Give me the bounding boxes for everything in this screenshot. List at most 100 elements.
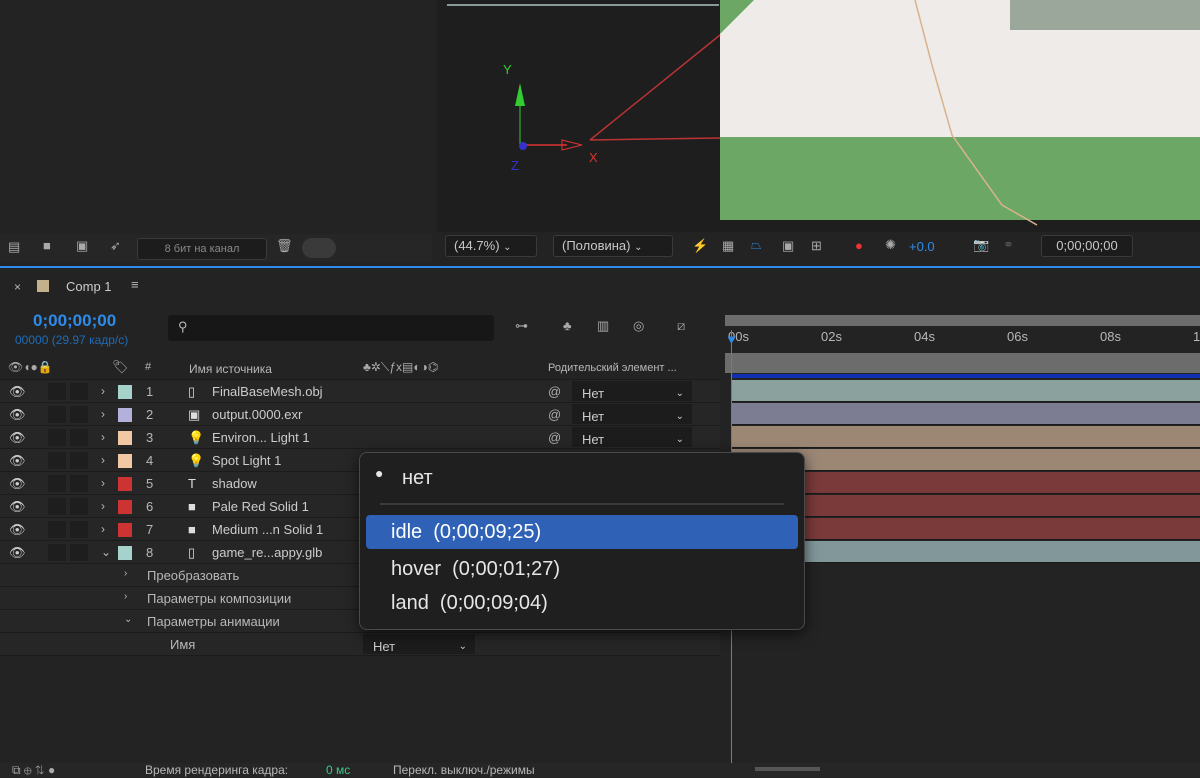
label-color-swatch[interactable]: [118, 431, 132, 445]
channel-icon[interactable]: ●: [855, 238, 863, 253]
chevron-right-icon[interactable]: ›: [124, 591, 127, 602]
label-color-swatch[interactable]: [118, 408, 132, 422]
lock-switch[interactable]: [70, 429, 88, 446]
layer-name[interactable]: FinalBaseMesh.obj: [212, 384, 323, 399]
option-hover[interactable]: hover (0;00;01;27): [366, 552, 798, 586]
visibility-eye-icon[interactable]: 👁: [9, 430, 26, 446]
option-none[interactable]: нет: [402, 467, 433, 490]
viewer-timecode[interactable]: 0;00;00;00: [1041, 235, 1133, 257]
guides-icon[interactable]: ⊞: [811, 238, 822, 254]
comp-flowchart-icon[interactable]: ⊶: [515, 318, 528, 334]
chevron-right-icon[interactable]: ›: [101, 384, 105, 398]
label-color-swatch[interactable]: [118, 385, 132, 399]
chevron-right-icon[interactable]: ›: [101, 407, 105, 421]
footer-toggle-icons[interactable]: ⧉ ⊕ ⇅ ●: [12, 763, 55, 778]
exposure-reset-icon[interactable]: ✺: [885, 237, 896, 253]
chevron-right-icon[interactable]: ›: [124, 568, 127, 579]
region-icon[interactable]: ▣: [782, 238, 794, 254]
tab-comp-1[interactable]: Comp 1: [66, 279, 112, 294]
show-snapshot-icon[interactable]: ⚭: [1003, 237, 1014, 253]
visibility-eye-icon[interactable]: 👁: [9, 476, 26, 492]
label-color-swatch[interactable]: [118, 546, 132, 560]
close-tab-icon[interactable]: ×: [14, 280, 21, 294]
parent-dropdown[interactable]: Нет ⌄: [572, 381, 692, 401]
layer-name[interactable]: Medium ...n Solid 1: [212, 522, 323, 537]
snapshot-icon[interactable]: 📷: [973, 237, 989, 253]
zoom-slider[interactable]: [755, 767, 820, 771]
resolution-dropdown[interactable]: (Половина) ⌄: [553, 235, 673, 257]
lock-switch[interactable]: [70, 383, 88, 400]
layer-name[interactable]: Environ... Light 1: [212, 430, 310, 445]
audio-switch[interactable]: [48, 452, 66, 469]
parent-dropdown[interactable]: Нет ⌄: [572, 404, 692, 424]
graph-editor-icon[interactable]: ⧄: [677, 318, 685, 334]
trash-icon[interactable]: 🗑: [276, 238, 293, 254]
lock-switch[interactable]: [70, 406, 88, 423]
transparency-grid-icon[interactable]: ▦: [722, 238, 734, 254]
label-color-swatch[interactable]: [118, 454, 132, 468]
label-color-swatch[interactable]: [118, 523, 132, 537]
label-color-swatch[interactable]: [118, 500, 132, 514]
source-name-header[interactable]: Имя источника: [189, 362, 272, 376]
menu-icon[interactable]: ≡: [131, 277, 139, 292]
layer-duration-bar[interactable]: [732, 426, 1200, 448]
option-idle[interactable]: idle (0;00;09;25): [366, 515, 798, 549]
visibility-eye-icon[interactable]: 👁: [9, 522, 26, 538]
new-comp-icon[interactable]: ▣: [76, 238, 88, 254]
visibility-eye-icon[interactable]: 👁: [9, 499, 26, 515]
chevron-right-icon[interactable]: ›: [101, 522, 105, 536]
chevron-right-icon[interactable]: ›: [101, 453, 105, 467]
visibility-eye-icon[interactable]: 👁: [9, 384, 26, 400]
folder-icon[interactable]: ■: [43, 238, 51, 253]
chevron-right-icon[interactable]: ›: [101, 430, 105, 444]
composition-viewer[interactable]: Y X Z: [437, 0, 1200, 232]
layer-search[interactable]: ⚲: [168, 315, 494, 341]
zoom-dropdown[interactable]: (44.7%) ⌄: [445, 235, 537, 257]
option-land[interactable]: land (0;00;09;04): [366, 586, 798, 620]
layer-name[interactable]: shadow: [212, 476, 257, 491]
layer-name[interactable]: Spot Light 1: [212, 453, 281, 468]
layer-row[interactable]: 👁 › 1 ▯ FinalBaseMesh.obj @ Нет ⌄: [0, 380, 720, 403]
lock-switch[interactable]: [70, 544, 88, 561]
layer-duration-bar[interactable]: [732, 380, 1200, 402]
bit-depth-button[interactable]: 8 бит на канал: [137, 238, 267, 260]
audio-switch[interactable]: [48, 498, 66, 515]
playhead-handle[interactable]: ▼: [725, 332, 738, 347]
audio-switch[interactable]: [48, 429, 66, 446]
parent-dropdown[interactable]: Нет ⌄: [572, 427, 692, 447]
exposure-value[interactable]: +0.0: [909, 239, 935, 254]
chevron-right-icon[interactable]: ›: [101, 476, 105, 490]
time-ruler[interactable]: 00s02s04s06s08s10s: [725, 313, 1200, 378]
current-timecode[interactable]: 0;00;00;00: [33, 311, 116, 331]
layer-name[interactable]: game_re...appy.glb: [212, 545, 322, 560]
visibility-eye-icon[interactable]: 👁: [9, 407, 26, 423]
chevron-right-icon[interactable]: ›: [101, 499, 105, 513]
fast-preview-icon[interactable]: ⚡: [692, 238, 708, 254]
layer-name[interactable]: output.0000.exr: [212, 407, 302, 422]
audio-switch[interactable]: [48, 383, 66, 400]
audio-switch[interactable]: [48, 521, 66, 538]
layer-name[interactable]: Pale Red Solid 1: [212, 499, 309, 514]
lock-switch[interactable]: [70, 475, 88, 492]
lock-switch[interactable]: [70, 498, 88, 515]
layer-row[interactable]: 👁 › 3 💡 Environ... Light 1 @ Нет ⌄: [0, 426, 720, 449]
pick-whip-icon[interactable]: @: [548, 430, 561, 445]
label-color-swatch[interactable]: [118, 477, 132, 491]
audio-switch[interactable]: [48, 544, 66, 561]
lock-switch[interactable]: [70, 452, 88, 469]
layer-row[interactable]: 👁 › 2 ▣ output.0000.exr @ Нет ⌄: [0, 403, 720, 426]
animation-name-dropdown[interactable]: Нет ⌄: [363, 634, 475, 654]
mask-visibility-icon[interactable]: ⏢: [751, 237, 761, 253]
chevron-down-icon[interactable]: ⌄: [124, 614, 132, 625]
search-input[interactable]: [198, 318, 488, 333]
interpret-footage-icon[interactable]: ▤: [8, 239, 20, 255]
toggle[interactable]: [302, 238, 336, 258]
motion-blur-icon[interactable]: ◎: [633, 318, 644, 334]
pick-whip-icon[interactable]: @: [548, 407, 561, 422]
layer-duration-bar[interactable]: [732, 403, 1200, 425]
visibility-eye-icon[interactable]: 👁: [9, 545, 26, 561]
audio-switch[interactable]: [48, 406, 66, 423]
shy-layers-icon[interactable]: ♣: [563, 318, 572, 333]
rocket-icon[interactable]: ➶: [110, 238, 121, 254]
visibility-eye-icon[interactable]: 👁: [9, 453, 26, 469]
